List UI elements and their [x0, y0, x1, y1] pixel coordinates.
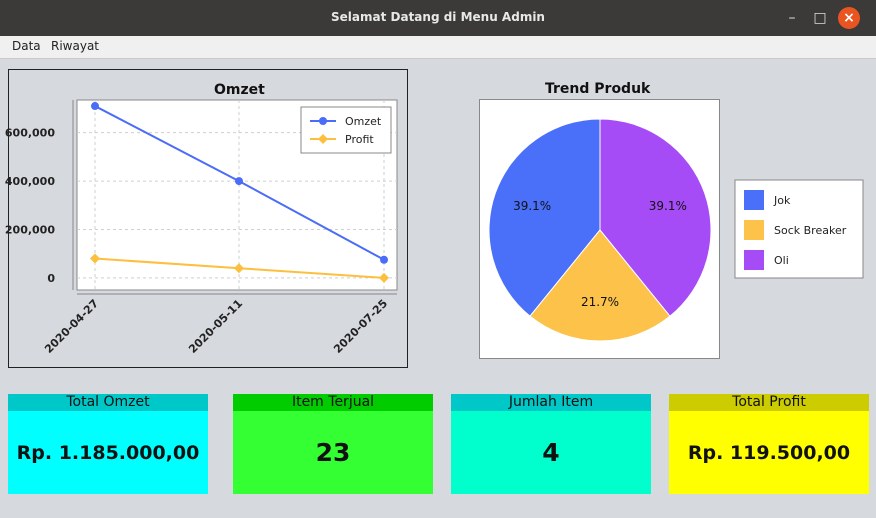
item-terjual-label: Item Terjual	[233, 394, 433, 411]
total-omzet-label: Total Omzet	[8, 394, 208, 411]
total-omzet-card: Total Omzet Rp. 1.185.000,00	[8, 394, 208, 494]
legend-label-jok: Jok	[773, 194, 791, 207]
pie-slice-label: 21.7%	[581, 295, 619, 309]
total-profit-value: Rp. 119.500,00	[669, 411, 869, 494]
legend-swatch-jok	[744, 190, 764, 210]
item-terjual-card: Item Terjual 23	[233, 394, 433, 494]
legend-label-oli: Oli	[774, 254, 789, 267]
jumlah-item-value: 4	[451, 411, 651, 494]
legend-label-sock-breaker: Sock Breaker	[774, 224, 847, 237]
legend-swatch-sock-breaker	[744, 220, 764, 240]
item-terjual-value: 23	[233, 411, 433, 494]
total-profit-label: Total Profit	[669, 394, 869, 411]
legend-swatch-oli	[744, 250, 764, 270]
jumlah-item-label: Jumlah Item	[451, 394, 651, 411]
pie-slice-label: 39.1%	[513, 199, 551, 213]
pie-slice-label: 39.1%	[649, 199, 687, 213]
jumlah-item-card: Jumlah Item 4	[451, 394, 651, 494]
total-profit-card: Total Profit Rp. 119.500,00	[669, 394, 869, 494]
total-omzet-value: Rp. 1.185.000,00	[8, 411, 208, 494]
